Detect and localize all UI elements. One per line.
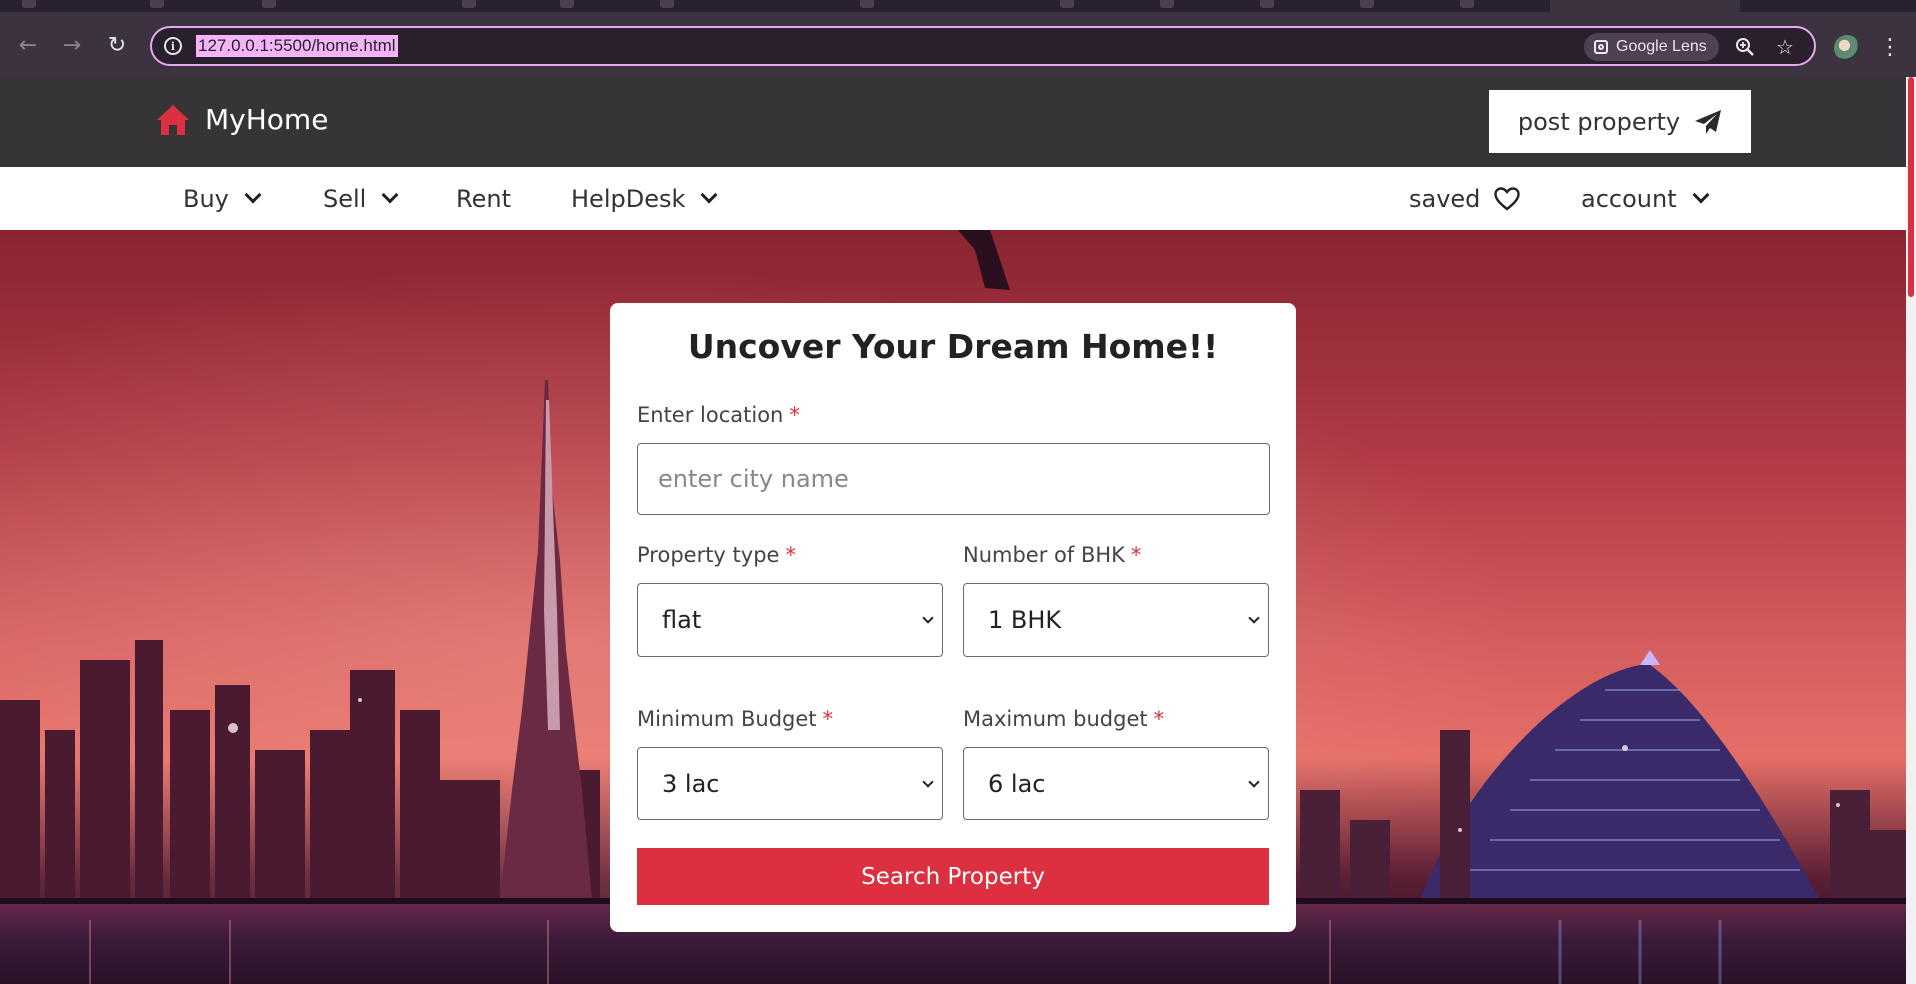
post-property-button[interactable]: post property xyxy=(1489,90,1751,153)
required-mark: * xyxy=(822,707,834,731)
address-bar[interactable]: i 127.0.0.1:5500/home.html Google Lens ☆ xyxy=(150,26,1816,66)
search-card: Uncover Your Dream Home!! Enter location… xyxy=(610,303,1296,932)
location-input[interactable]: enter city name xyxy=(637,443,1270,515)
bookmark-star-icon[interactable]: ☆ xyxy=(1772,34,1798,60)
zoom-icon[interactable] xyxy=(1732,34,1758,60)
tab-fragment[interactable] xyxy=(660,0,674,8)
hero-banner: Uncover Your Dream Home!! Enter location… xyxy=(0,230,1906,984)
page-scrollbar[interactable] xyxy=(1906,77,1916,984)
heart-icon xyxy=(1494,187,1521,211)
post-property-label: post property xyxy=(1517,107,1681,136)
profile-avatar[interactable] xyxy=(1834,35,1860,61)
paper-plane-icon xyxy=(1695,109,1722,134)
location-placeholder: enter city name xyxy=(658,465,849,493)
property-type-label-text: Property type xyxy=(637,543,780,567)
site-header: MyHome post property xyxy=(0,77,1906,167)
property-type-value: flat xyxy=(662,606,702,634)
url-text[interactable]: 127.0.0.1:5500/home.html xyxy=(196,35,398,57)
required-mark: * xyxy=(1130,543,1142,567)
google-lens-label: Google Lens xyxy=(1616,38,1707,55)
card-title: Uncover Your Dream Home!! xyxy=(687,327,1219,366)
scrollbar-thumb[interactable] xyxy=(1908,77,1914,297)
nav-account-label: account xyxy=(1581,185,1677,213)
tab-fragment[interactable] xyxy=(1060,0,1074,8)
nav-buy[interactable]: Buy xyxy=(183,183,262,215)
min-budget-label: Minimum Budget * xyxy=(637,707,833,731)
browser-toolbar: ← → ↻ i 127.0.0.1:5500/home.html Google … xyxy=(0,12,1916,77)
min-budget-select[interactable]: 3 lac xyxy=(637,747,943,820)
tab-fragment[interactable] xyxy=(1360,0,1374,8)
search-property-button[interactable]: Search Property xyxy=(637,848,1269,905)
chevron-down-icon xyxy=(381,186,399,204)
home-icon xyxy=(155,103,191,137)
brand-logo[interactable]: MyHome xyxy=(155,103,328,137)
bhk-label: Number of BHK * xyxy=(963,543,1141,567)
google-lens-button[interactable]: Google Lens xyxy=(1584,33,1719,61)
tab-fragment[interactable] xyxy=(1260,0,1274,8)
forward-icon[interactable]: → xyxy=(56,29,88,61)
required-mark: * xyxy=(785,543,796,567)
chevron-down-icon xyxy=(1248,776,1260,788)
back-icon[interactable]: ← xyxy=(12,29,44,61)
nav-rent[interactable]: Rent xyxy=(456,183,511,215)
bhk-select[interactable]: 1 BHK xyxy=(963,583,1269,657)
tab-fragment[interactable] xyxy=(860,0,874,8)
nav-buy-label: Buy xyxy=(183,185,229,213)
brand-name: MyHome xyxy=(205,103,329,136)
nav-sell-label: Sell xyxy=(323,185,367,213)
tab-fragment[interactable] xyxy=(1160,0,1174,8)
chevron-down-icon xyxy=(700,186,718,204)
chevron-down-icon xyxy=(244,186,262,204)
nav-helpdesk[interactable]: HelpDesk xyxy=(571,183,718,215)
max-budget-select[interactable]: 6 lac xyxy=(963,747,1269,820)
bhk-label-text: Number of BHK xyxy=(963,543,1125,567)
max-budget-label: Maximum budget * xyxy=(963,707,1164,731)
tab-strip xyxy=(0,0,1916,12)
location-label: Enter location * xyxy=(637,403,800,427)
required-mark: * xyxy=(789,403,800,427)
nav-helpdesk-label: HelpDesk xyxy=(571,185,686,213)
max-budget-label-text: Maximum budget xyxy=(963,707,1148,731)
page-viewport: MyHome post property Buy Sell Rent HelpD… xyxy=(0,77,1906,984)
chevron-down-icon xyxy=(1692,186,1710,204)
chevron-down-icon xyxy=(1248,612,1260,624)
tab-fragment[interactable] xyxy=(262,0,276,8)
chevron-down-icon xyxy=(922,612,934,624)
nav-saved[interactable]: saved xyxy=(1409,183,1521,215)
tab-fragment[interactable] xyxy=(150,0,164,8)
property-type-select[interactable]: flat xyxy=(637,583,943,657)
tab-fragment[interactable] xyxy=(462,0,476,8)
nav-sell[interactable]: Sell xyxy=(323,183,399,215)
chevron-down-icon xyxy=(922,776,934,788)
min-budget-label-text: Minimum Budget xyxy=(637,707,817,731)
min-budget-value: 3 lac xyxy=(662,770,720,798)
tab-fragment[interactable] xyxy=(22,0,36,8)
tab-fragment[interactable] xyxy=(560,0,574,8)
max-budget-value: 6 lac xyxy=(988,770,1046,798)
nav-rent-label: Rent xyxy=(456,185,511,213)
main-nav: Buy Sell Rent HelpDesk saved account xyxy=(0,167,1906,230)
property-type-label: Property type * xyxy=(637,543,796,567)
nav-saved-label: saved xyxy=(1409,185,1481,213)
required-mark: * xyxy=(1153,707,1165,731)
nav-account[interactable]: account xyxy=(1581,183,1710,215)
google-lens-icon xyxy=(1594,40,1608,54)
location-label-text: Enter location xyxy=(637,403,784,427)
bhk-value: 1 BHK xyxy=(988,606,1062,634)
active-tab[interactable] xyxy=(1550,0,1740,12)
reload-icon[interactable]: ↻ xyxy=(101,29,133,61)
site-info-icon[interactable]: i xyxy=(164,37,182,55)
kebab-menu-icon[interactable]: ⋮ xyxy=(1879,32,1901,62)
tab-fragment[interactable] xyxy=(1460,0,1474,8)
